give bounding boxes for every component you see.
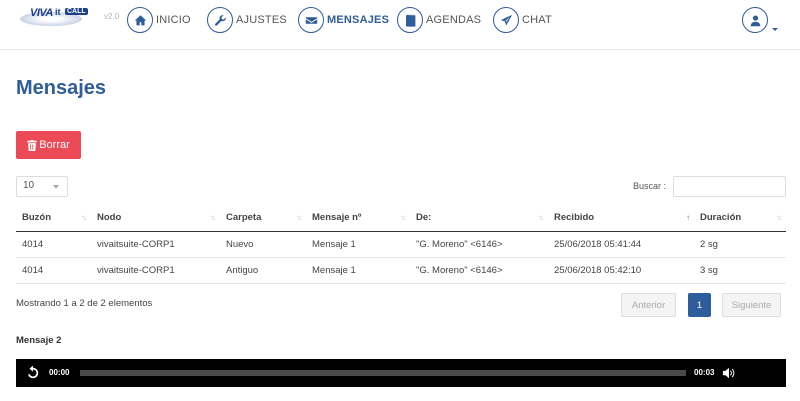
cell-duracion: 2 sg	[694, 231, 786, 258]
messages-table: Buzón ↑↓ Nodo ↑↓ Carpeta ↑↓ Mensaje nº ↑↓ De…	[16, 205, 786, 284]
cell-mensaje: Mensaje 1	[306, 231, 410, 258]
replay-icon	[28, 365, 39, 379]
replay-button[interactable]	[26, 365, 40, 380]
home-icon	[127, 7, 153, 33]
cell-buzon: 4014	[16, 231, 91, 258]
sort-icon: ↑	[686, 213, 690, 222]
column-header-mensaje[interactable]: Mensaje nº ↑↓	[306, 205, 410, 232]
current-time: 00:00	[49, 368, 70, 377]
cell-de: "G. Moreno" <6146>	[410, 257, 548, 284]
cell-recibido: 25/06/2018 05:42:10	[548, 257, 694, 284]
cell-mensaje: Mensaje 1	[306, 257, 410, 284]
search-label: Buscar :	[633, 181, 667, 191]
sort-icon: ↑↓	[400, 213, 406, 222]
table-info: Mostrando 1 a 2 de 2 elementos	[16, 298, 153, 309]
table-header-row: Buzón ↑↓ Nodo ↑↓ Carpeta ↑↓ Mensaje nº ↑↓ De…	[16, 205, 786, 232]
logo-it: it	[55, 7, 61, 17]
column-header-duracion[interactable]: Duración ↑↓	[694, 205, 786, 232]
user-icon	[750, 14, 760, 26]
table-row[interactable]: 4014 vivaitsuite-CORP1 Nuevo Mensaje 1 "…	[16, 231, 786, 258]
cell-recibido: 25/06/2018 05:41:44	[548, 231, 694, 258]
mute-button[interactable]	[722, 366, 736, 380]
column-header-buzon[interactable]: Buzón ↑↓	[16, 205, 91, 232]
nav-ajustes[interactable]: AJUSTES	[207, 7, 287, 33]
cell-buzon: 4014	[16, 257, 91, 284]
cell-de: "G. Moreno" <6146>	[410, 231, 548, 258]
sort-icon: ↑↓	[296, 213, 302, 222]
cell-carpeta: Nuevo	[220, 231, 306, 258]
logo-call: CALL	[65, 8, 88, 15]
column-header-nodo[interactable]: Nodo ↑↓	[91, 205, 220, 232]
nav-label: CHAT	[522, 14, 552, 26]
page-1-button[interactable]: 1	[688, 293, 711, 317]
sort-icon: ↑↓	[538, 213, 544, 222]
nav-label: INICIO	[156, 14, 191, 26]
column-header-recibido[interactable]: Recibido ↑	[548, 205, 694, 232]
audio-player: 00:00 00:03	[16, 359, 786, 387]
nav-chat[interactable]: CHAT	[493, 7, 552, 33]
column-header-de[interactable]: De: ↑↓	[410, 205, 548, 232]
sort-icon: ↑↓	[81, 213, 87, 222]
volume-icon	[722, 367, 735, 379]
trash-icon	[27, 139, 37, 151]
column-header-carpeta[interactable]: Carpeta ↑↓	[220, 205, 306, 232]
nav-agendas[interactable]: AGENDAS	[397, 7, 481, 33]
page-title: Mensajes	[16, 77, 107, 99]
sort-icon: ↑↓	[210, 213, 216, 222]
next-page-button[interactable]: Siguiente	[722, 293, 781, 317]
nav-label: MENSAJES	[327, 14, 390, 26]
sort-icon: ↑↓	[776, 213, 782, 222]
nav-label: AGENDAS	[426, 14, 482, 26]
send-icon	[493, 7, 519, 33]
nav-inicio[interactable]: INICIO	[127, 7, 191, 33]
cell-nodo: vivaitsuite-CORP1	[91, 257, 220, 284]
search-input[interactable]	[673, 176, 786, 197]
delete-button-label: Borrar	[39, 139, 70, 151]
envelope-icon	[298, 7, 324, 33]
seek-bar[interactable]	[80, 370, 686, 376]
cell-nodo: vivaitsuite-CORP1	[91, 231, 220, 258]
user-menu-button[interactable]	[742, 7, 768, 33]
page-size-select[interactable]: 10	[16, 176, 68, 197]
table-row[interactable]: 4014 vivaitsuite-CORP1 Antiguo Mensaje 1…	[16, 257, 786, 284]
book-icon	[397, 7, 423, 33]
logo-version: v2.0	[104, 12, 120, 21]
duration: 00:03	[694, 368, 715, 377]
top-navbar: VIVA it CALL v2.0 INICIO AJUSTES MENSAJE…	[0, 0, 800, 50]
page-size-value: 10	[23, 180, 35, 191]
nav-label: AJUSTES	[236, 14, 287, 26]
cell-carpeta: Antiguo	[220, 257, 306, 284]
nav-mensajes[interactable]: MENSAJES	[298, 7, 389, 33]
previous-page-button[interactable]: Anterior	[621, 293, 676, 317]
vivait-call-logo[interactable]: VIVA it CALL v2.0	[20, 6, 119, 28]
chevron-down-icon	[53, 185, 59, 189]
wrench-icon	[207, 7, 233, 33]
caret-down-icon[interactable]	[772, 28, 778, 31]
logo-brand: VIVA	[30, 7, 53, 19]
delete-button[interactable]: Borrar	[16, 131, 81, 159]
player-title: Mensaje 2	[16, 335, 62, 346]
cell-duracion: 3 sg	[694, 257, 786, 284]
